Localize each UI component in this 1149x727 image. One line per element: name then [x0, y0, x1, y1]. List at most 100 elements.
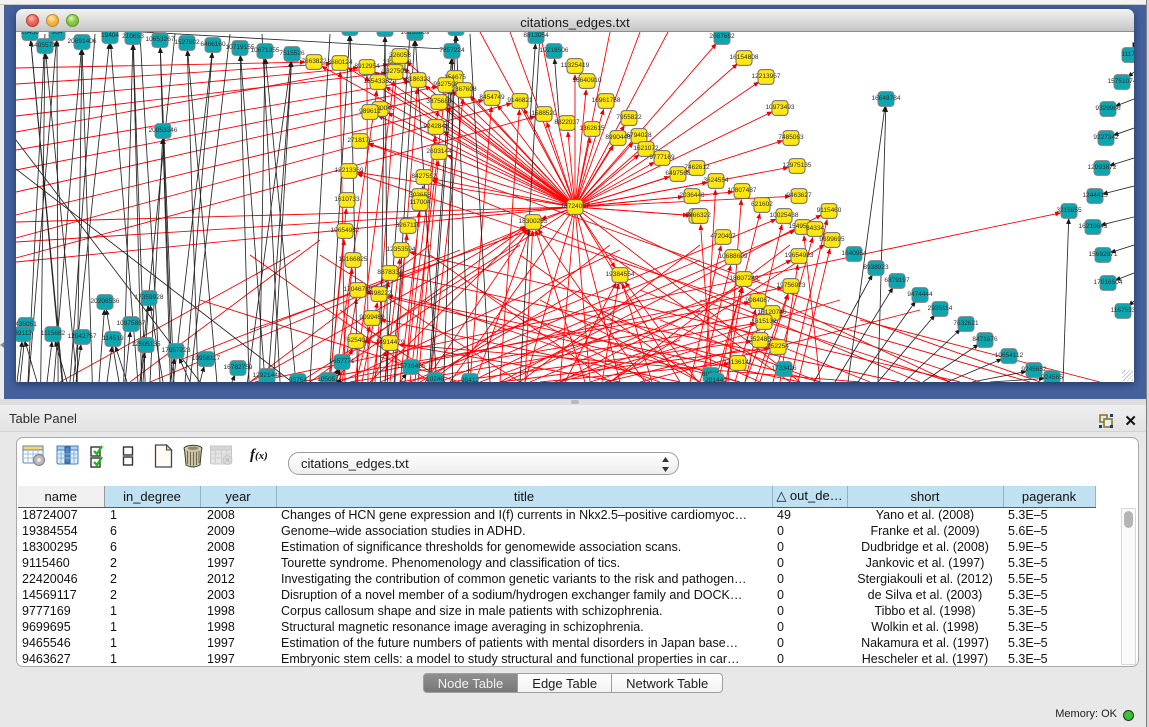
- svg-text:1167533: 1167533: [1111, 307, 1134, 314]
- svg-text:19404: 19404: [101, 32, 119, 39]
- svg-text:9245652: 9245652: [1021, 366, 1047, 373]
- svg-text:252254: 252254: [767, 343, 789, 350]
- svg-text:10671355: 10671355: [251, 47, 280, 54]
- svg-text:3215955: 3215955: [1056, 207, 1082, 214]
- svg-text:1640954: 1640954: [841, 250, 867, 257]
- svg-text:1610733: 1610733: [334, 196, 360, 203]
- svg-text:10246: 10246: [426, 376, 444, 382]
- svg-text:9329966: 9329966: [1095, 105, 1121, 112]
- svg-text:12505135: 12505135: [132, 341, 161, 348]
- svg-text:9777169: 9777169: [649, 154, 675, 161]
- svg-text:4720407: 4720407: [710, 233, 736, 240]
- svg-text:10654112: 10654112: [995, 352, 1024, 359]
- svg-text:14055712: 14055712: [31, 42, 60, 49]
- svg-text:10653267: 10653267: [146, 36, 175, 43]
- svg-text:8912954: 8912954: [354, 63, 380, 70]
- svg-text:16782759: 16782759: [224, 364, 253, 371]
- svg-text:9084067: 9084067: [745, 297, 771, 304]
- svg-text:8878334: 8878334: [377, 269, 403, 276]
- svg-text:12213369: 12213369: [335, 167, 364, 174]
- svg-text:15751074: 15751074: [1108, 78, 1134, 85]
- svg-text:12975135: 12975135: [783, 162, 812, 169]
- svg-text:10025438: 10025438: [770, 212, 799, 219]
- svg-text:19654982: 19654982: [331, 227, 360, 234]
- svg-text:6497568: 6497568: [665, 170, 691, 177]
- svg-text:10958117: 10958117: [192, 355, 221, 362]
- svg-text:18640910: 18640910: [573, 77, 602, 84]
- svg-text:8813054: 8813054: [523, 32, 549, 39]
- svg-text:17359928: 17359928: [135, 294, 164, 301]
- svg-text:18724007: 18724007: [561, 203, 590, 210]
- svg-text:114519: 114519: [102, 335, 124, 342]
- svg-text:8186323: 8186323: [405, 76, 431, 83]
- svg-text:11325419: 11325419: [561, 62, 590, 69]
- svg-text:6466160: 6466160: [200, 41, 226, 48]
- svg-text:12353594: 12353594: [387, 246, 416, 253]
- svg-text:17957223: 17957223: [162, 347, 191, 354]
- svg-text:98412: 98412: [461, 377, 479, 382]
- svg-text:20430: 20430: [21, 32, 39, 36]
- svg-text:19218506: 19218506: [540, 47, 569, 54]
- svg-text:210653: 210653: [122, 33, 144, 40]
- svg-text:10807487: 10807487: [728, 187, 757, 194]
- svg-text:1588520: 1588520: [531, 110, 557, 117]
- svg-text:3875685: 3875685: [426, 98, 452, 105]
- svg-text:6794028: 6794028: [626, 132, 652, 139]
- svg-text:39113: 39113: [16, 330, 32, 337]
- svg-text:2687682: 2687682: [709, 33, 735, 40]
- svg-text:3624554: 3624554: [703, 177, 729, 184]
- svg-text:2036448: 2036448: [679, 192, 705, 199]
- svg-text:8322037: 8322037: [554, 119, 580, 126]
- svg-text:84334: 84334: [806, 225, 824, 232]
- svg-text:1362615: 1362615: [579, 125, 605, 132]
- svg-text:8427552: 8427552: [411, 173, 437, 180]
- svg-text:10688609: 10688609: [719, 253, 748, 260]
- svg-text:2718176: 2718176: [347, 137, 373, 144]
- svg-text:10975867: 10975867: [117, 320, 146, 327]
- svg-text:17016504: 17016504: [1094, 279, 1123, 286]
- svg-text:7663822: 7663822: [301, 58, 327, 65]
- svg-text:19654923: 19654923: [785, 252, 814, 259]
- svg-text:4498222: 4498222: [366, 290, 392, 297]
- svg-text:8471676: 8471676: [972, 336, 998, 343]
- svg-text:9699695: 9699695: [819, 236, 845, 243]
- svg-text:11170: 11170: [1121, 51, 1134, 58]
- svg-text:9242848: 9242848: [423, 123, 449, 130]
- svg-text:1244415: 1244415: [1082, 192, 1108, 199]
- svg-text:1527602: 1527602: [174, 39, 200, 46]
- svg-text:2603144: 2603144: [426, 148, 452, 155]
- svg-text:15716485: 15716485: [397, 363, 426, 370]
- svg-text:1733426: 1733426: [771, 365, 797, 372]
- svg-text:20691406: 20691406: [68, 38, 97, 45]
- svg-text:8938923: 8938923: [863, 264, 889, 271]
- svg-text:7632621: 7632621: [953, 320, 979, 327]
- svg-text:201441: 201441: [705, 377, 727, 382]
- svg-text:117004: 117004: [409, 199, 431, 206]
- svg-text:18300295: 18300295: [519, 218, 548, 225]
- svg-text:20206536: 20206536: [91, 298, 120, 305]
- svg-text:16543382: 16543382: [364, 78, 393, 85]
- svg-text:9327505: 9327505: [382, 68, 408, 75]
- svg-text:904: 904: [52, 32, 63, 36]
- svg-text:1115682: 1115682: [41, 330, 66, 337]
- svg-text:105051: 105051: [317, 376, 339, 382]
- svg-text:12042757: 12042757: [68, 333, 97, 340]
- svg-text:9474444: 9474444: [907, 291, 933, 298]
- svg-text:7857224: 7857224: [439, 47, 465, 54]
- svg-text:16961758: 16961758: [592, 97, 621, 104]
- svg-text:7515526: 7515526: [279, 50, 305, 57]
- svg-text:14914479: 14914479: [376, 339, 405, 346]
- svg-text:18807249: 18807249: [730, 275, 759, 282]
- svg-text:8454749: 8454749: [479, 94, 505, 101]
- svg-text:19166825: 19166825: [339, 256, 368, 263]
- svg-text:9099489: 9099489: [359, 314, 385, 321]
- svg-text:9227342: 9227342: [1093, 134, 1119, 141]
- svg-text:12921448: 12921448: [253, 372, 282, 379]
- svg-text:93754: 93754: [289, 377, 307, 382]
- svg-text:1615132: 1615132: [751, 318, 777, 325]
- svg-text:14136141: 14136141: [724, 359, 753, 366]
- svg-text:989612: 989612: [359, 108, 381, 115]
- svg-text:7485063: 7485063: [778, 134, 804, 141]
- svg-text:16210643: 16210643: [1079, 223, 1108, 230]
- svg-text:7462612: 7462612: [684, 164, 710, 171]
